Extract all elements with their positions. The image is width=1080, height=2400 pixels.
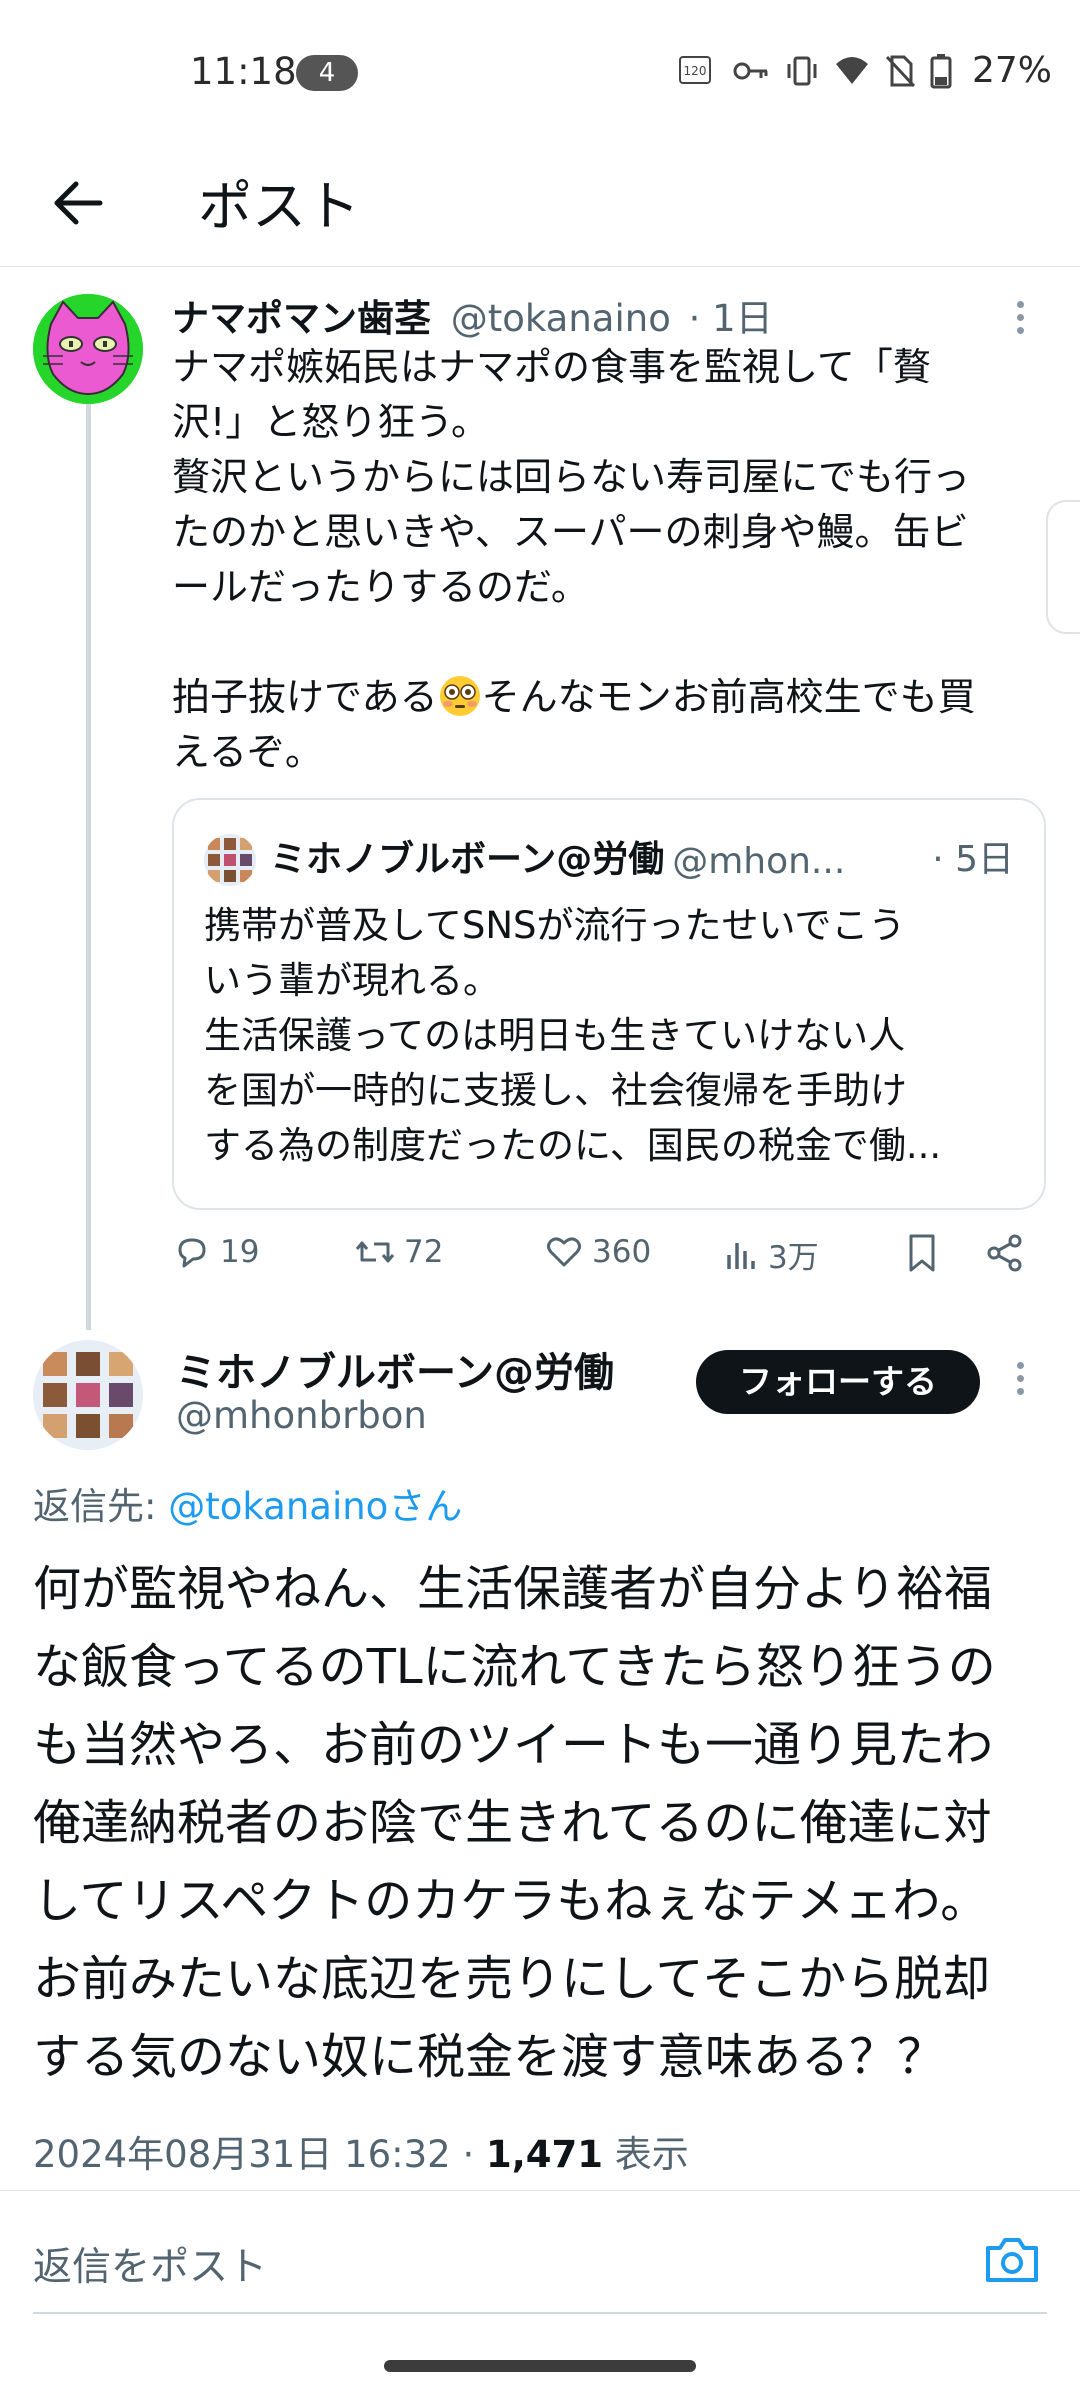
back-arrow-icon	[54, 181, 103, 225]
svg-text:120: 120	[684, 64, 707, 78]
vpn-key-icon	[733, 62, 768, 79]
post-line: お前みたいな底辺を売りにしてそこから脱却	[33, 1951, 991, 2007]
avatar[interactable]	[33, 1340, 143, 1450]
gesture-navigation-bar[interactable]	[384, 2360, 696, 2372]
quote-header: ミホノブルボーン@労働 @mhon...	[270, 830, 1014, 882]
reply-to-line: 返信先: @tokanainoさん	[33, 1476, 462, 1530]
like-button[interactable]: 360	[544, 1232, 651, 1272]
post-text-part1: ナマポ嫉妬民はナマポの食事を監視して「贅 沢!」と怒り狂う。 贅沢というからには…	[172, 345, 971, 719]
post-more-button[interactable]	[1000, 1356, 1040, 1406]
post-actions: 19 72 360 3万	[172, 1232, 1042, 1282]
more-vertical-icon	[1016, 1362, 1024, 1369]
refresh-rate-icon: 120	[678, 55, 711, 84]
more-vertical-icon	[1016, 301, 1024, 308]
reply-to-label: 返信先:	[33, 1485, 169, 1528]
post-timestamp: 2024年08月31日 16:32 ·	[33, 2133, 486, 2176]
reply-icon	[178, 1238, 206, 1268]
quote-time: · 5日	[932, 839, 1014, 880]
heart-icon	[547, 1237, 581, 1267]
camera-button[interactable]	[980, 2228, 1044, 2292]
reply-input-underline	[33, 2312, 1047, 2314]
post-line: も当然やろ、お前のツイートも一通り見たわ	[33, 1717, 994, 1773]
author-handle[interactable]: @mhonbrbon	[176, 1394, 427, 1437]
thread-connector-line	[86, 400, 91, 1330]
share-button[interactable]	[984, 1232, 1026, 1274]
reply-button[interactable]: 19	[172, 1232, 259, 1272]
character-grid-avatar-icon	[204, 834, 256, 886]
post-line: する気のない奴に税金を渡す意味ある？？	[33, 2029, 946, 2085]
battery-icon	[930, 53, 952, 88]
views-count: 3万	[768, 1240, 819, 1276]
flushed-face-emoji	[439, 676, 480, 716]
post-line: 何が監視やねん、生活保護者が自分より裕福	[33, 1561, 993, 1617]
quote-line: 生活保護ってのは明日も生きていけない人	[204, 1014, 906, 1057]
quoted-post-card[interactable]: ミホノブルボーン@労働 @mhon... · 5日 携帯が普及してSNSが流行った…	[172, 798, 1046, 1210]
repost-button[interactable]: 72	[354, 1232, 443, 1272]
bookmark-icon	[909, 1234, 935, 1272]
top-app-bar: ポスト	[0, 140, 1080, 267]
quote-avatar	[204, 834, 256, 886]
post-line: な飯食ってるのTLに流れてきたら怒り狂うの	[33, 1639, 996, 1695]
camera-icon	[986, 2238, 1038, 2282]
notification-count-badge: 4	[296, 55, 358, 91]
quote-author-name: ミホノブルボーン@労働	[270, 839, 665, 880]
post-line: 俺達納税者のお陰で生きれてるのに俺達に対	[33, 1795, 992, 1851]
reply-count: 19	[220, 1234, 260, 1270]
bookmark-button[interactable]	[904, 1232, 940, 1274]
post-meta: 2024年08月31日 16:32 · 1,471 表示	[33, 2124, 689, 2178]
post-body: 何が監視やねん、生活保護者が自分より裕福 な飯食ってるのTLに流れてきたら怒り狂…	[33, 1550, 1053, 2096]
character-grid-avatar-icon	[33, 1340, 143, 1450]
cat-avatar-icon	[33, 294, 143, 404]
views-button[interactable]: 3万	[724, 1232, 819, 1277]
quote-body: 携帯が普及してSNSが流行ったせいでこう いう輩が現れる。 生活保護ってのは明日…	[204, 898, 1014, 1173]
views-label: 表示	[603, 2133, 689, 2176]
repost-count: 72	[404, 1234, 444, 1270]
quote-line: 携帯が普及してSNSが流行ったせいでこう	[204, 904, 906, 947]
views-count[interactable]: 1,471	[486, 2133, 603, 2176]
post-header: ナマポマン歯茎 @tokanaino · 1日	[172, 288, 1020, 340]
back-button[interactable]	[44, 168, 114, 238]
author-name[interactable]: ミホノブルボーン@労働	[176, 1340, 614, 1398]
author-handle[interactable]: @tokanaino	[451, 297, 671, 340]
like-count: 360	[592, 1234, 652, 1270]
share-icon	[987, 1234, 1022, 1272]
quote-author-handle: @mhon...	[672, 841, 846, 882]
reply-to-link[interactable]: @tokanainoさん	[168, 1485, 462, 1528]
post-line: してリスペクトのカケラもねぇなテメェわ。	[33, 1873, 989, 1929]
no-sim-icon	[885, 55, 916, 87]
wifi-icon	[835, 56, 868, 84]
follow-button[interactable]: フォローする	[696, 1350, 980, 1414]
status-icons: 120 27%	[678, 50, 1052, 91]
battery-percentage: 27%	[971, 50, 1052, 91]
quote-line: する為の制度だったのに、国民の税金で働...	[204, 1124, 942, 1167]
vibrate-icon	[787, 56, 817, 85]
avatar[interactable]	[33, 294, 143, 404]
quote-line: を国が一時的に支援し、社会復帰を手助け	[204, 1069, 907, 1112]
quote-line: いう輩が現れる。	[204, 959, 500, 1002]
clock: 11:18	[190, 50, 297, 93]
reply-input[interactable]: 返信をポスト	[33, 2236, 267, 2292]
status-bar: 11:18 4 120 27%	[0, 0, 1080, 140]
page-title: ポスト	[198, 175, 360, 238]
author-name[interactable]: ナマポマン歯茎	[172, 297, 431, 340]
repost-icon	[355, 1241, 395, 1263]
post-body: ナマポ嫉妬民はナマポの食事を監視して「贅 沢!」と怒り狂う。 贅沢というからには…	[172, 340, 1052, 780]
analytics-icon	[727, 1242, 755, 1269]
post-more-button[interactable]	[1000, 295, 1040, 345]
post-time: · 1日	[688, 297, 773, 340]
